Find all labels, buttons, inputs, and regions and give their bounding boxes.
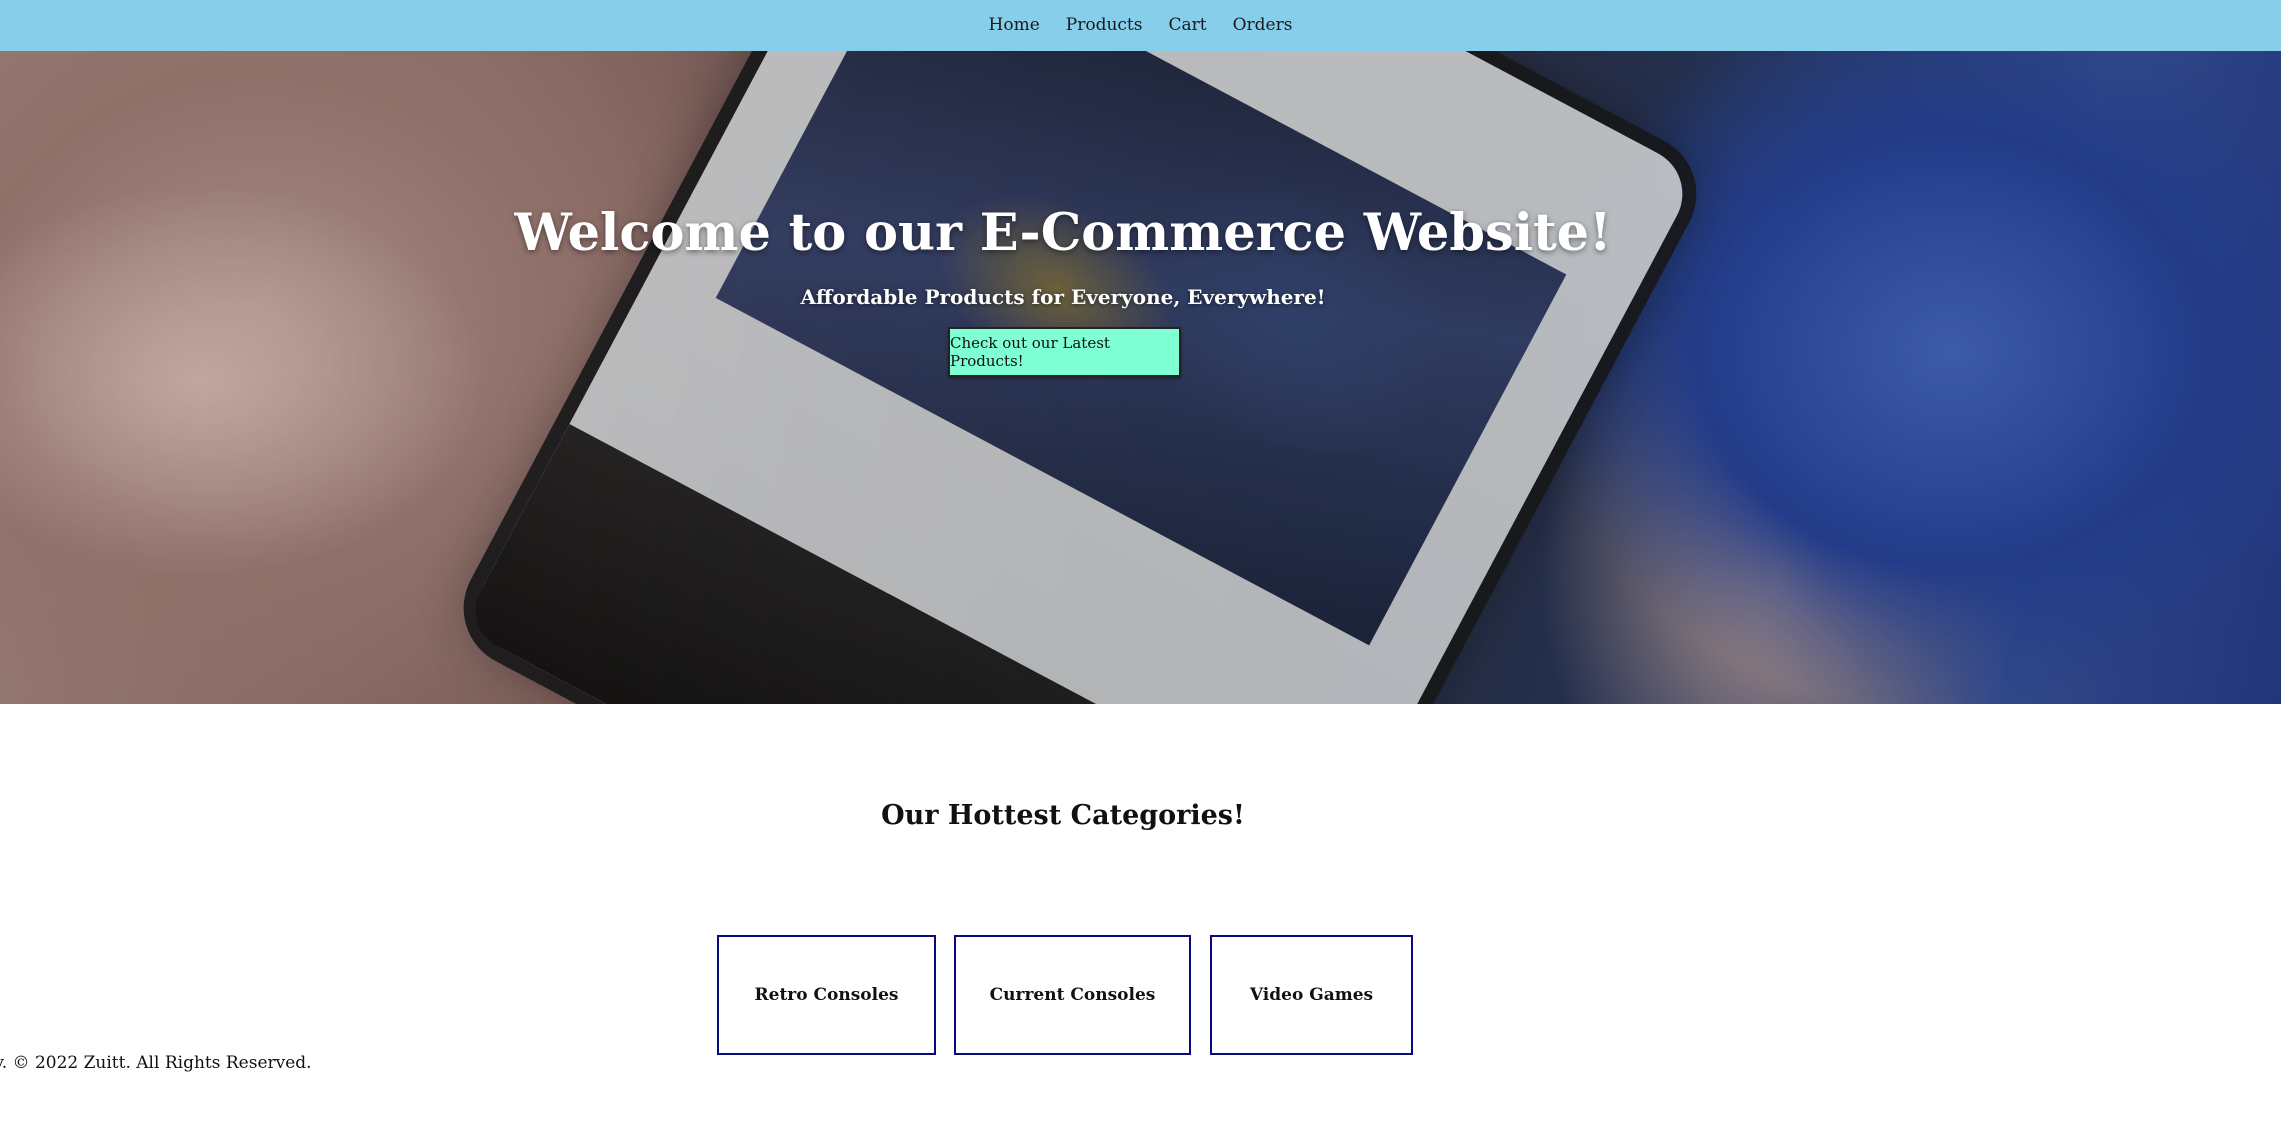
category-card-video-games[interactable]: Video Games <box>1210 935 1413 1055</box>
nav-link-cart[interactable]: Cart <box>1169 0 1207 51</box>
hero-banner: Welcome to our E-Commerce Website! Affor… <box>0 51 2281 704</box>
hero-content: Welcome to our E-Commerce Website! Affor… <box>0 51 2281 704</box>
nav-link-products[interactable]: Products <box>1066 0 1143 51</box>
page: Home Products Cart Orders Welcome to our… <box>0 0 2281 1137</box>
nav-link-home[interactable]: Home <box>989 0 1040 51</box>
hero-title: Welcome to our E-Commerce Website! <box>514 203 1612 263</box>
nav-link-orders[interactable]: Orders <box>1233 0 1293 51</box>
category-card-current-consoles[interactable]: Current Consoles <box>954 935 1191 1055</box>
hero-subtitle: Affordable Products for Everyone, Everyw… <box>800 285 1326 309</box>
category-card-retro-consoles[interactable]: Retro Consoles <box>717 935 936 1055</box>
footer-copyright: nly. © 2022 Zuitt. All Rights Reserved. <box>0 1053 312 1073</box>
categories-title: Our Hottest Categories! <box>881 800 1245 831</box>
top-navbar: Home Products Cart Orders <box>0 0 2281 51</box>
latest-products-button[interactable]: Check out our Latest Products! <box>948 327 1181 377</box>
